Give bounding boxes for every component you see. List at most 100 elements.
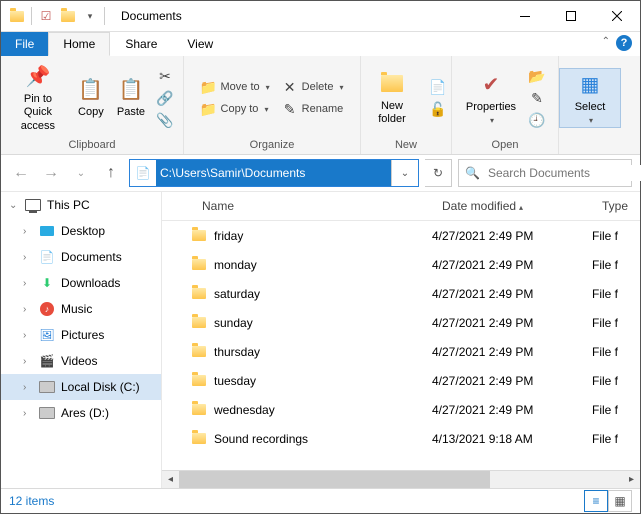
tab-home[interactable]: Home (48, 32, 110, 56)
file-row[interactable]: sunday4/27/2021 2:49 PMFile f (162, 308, 640, 337)
tree-item-downloads[interactable]: ›⬇Downloads (1, 270, 161, 296)
open-icon: 📂 (529, 68, 545, 84)
checkbox-icon[interactable]: ☑ (38, 8, 54, 24)
icons-view-button[interactable]: ▦ (608, 490, 632, 512)
new-folder-button[interactable]: New folder (362, 68, 422, 128)
edit-button[interactable]: ✎ (525, 88, 549, 108)
close-button[interactable] (594, 1, 640, 31)
file-row[interactable]: friday4/27/2021 2:49 PMFile f (162, 221, 640, 250)
tree-caret-icon[interactable]: › (23, 252, 33, 263)
up-button[interactable]: ↑ (99, 161, 123, 185)
pin-quick-access-button[interactable]: 📌 Pin to Quick access (7, 61, 69, 135)
tree-item-desktop[interactable]: › Desktop (1, 218, 161, 244)
maximize-button[interactable] (548, 1, 594, 31)
refresh-button[interactable]: ↻ (425, 159, 452, 187)
delete-button[interactable]: ✕Delete▾ (278, 77, 348, 97)
collapse-ribbon-icon[interactable]: ⌃ (602, 36, 610, 47)
tree-label: Desktop (61, 224, 105, 238)
minimize-button[interactable] (502, 1, 548, 31)
tree-item-videos[interactable]: ›🎬Videos (1, 348, 161, 374)
folder-icon (192, 375, 206, 386)
file-date: 4/27/2021 2:49 PM (432, 287, 592, 301)
pictures-icon: 🖼 (39, 327, 55, 343)
file-type: File f (592, 287, 640, 301)
easy-access-button[interactable]: 🔓 (426, 99, 450, 119)
file-type: File f (592, 432, 640, 446)
column-type[interactable]: Type (602, 199, 640, 213)
file-date: 4/27/2021 2:49 PM (432, 229, 592, 243)
tree-item-disk[interactable]: ›Ares (D:) (1, 400, 161, 426)
tree-caret-icon[interactable]: › (23, 382, 33, 393)
tree-item-disk[interactable]: ›Local Disk (C:) (1, 374, 161, 400)
rename-button[interactable]: ✎Rename (278, 99, 348, 119)
tree-caret-icon[interactable]: › (23, 330, 33, 341)
properties-button[interactable]: ✔ Properties▾ (461, 69, 521, 128)
file-row[interactable]: Sound recordings4/13/2021 9:18 AMFile f (162, 424, 640, 453)
copy-button[interactable]: 📋 Copy (73, 74, 109, 121)
tree-caret-icon[interactable]: › (23, 226, 33, 237)
tree-item-documents[interactable]: ›📄Documents (1, 244, 161, 270)
copy-path-button[interactable]: 🔗 (153, 88, 177, 108)
desktop-icon (39, 223, 55, 239)
scroll-thumb[interactable] (179, 471, 490, 488)
file-list-pane[interactable]: Name Date modified▴ Type friday4/27/2021… (162, 192, 640, 488)
tab-view[interactable]: View (172, 32, 228, 56)
forward-button: → (39, 161, 63, 185)
new-item-button[interactable]: 📄 (426, 77, 450, 97)
scroll-right-icon[interactable]: ▸ (623, 471, 640, 488)
address-input[interactable] (156, 160, 391, 186)
navigation-pane[interactable]: ⌄This PC›Desktop›📄Documents›⬇Downloads›♪… (1, 192, 162, 488)
file-name: saturday (214, 287, 260, 301)
file-row[interactable]: monday4/27/2021 2:49 PMFile f (162, 250, 640, 279)
tree-caret-icon[interactable]: › (23, 278, 33, 289)
address-dropdown-icon[interactable]: ⌄ (391, 160, 418, 186)
tree-caret-icon[interactable]: › (23, 356, 33, 367)
horizontal-scrollbar[interactable]: ◂ ▸ (162, 470, 640, 488)
tab-file[interactable]: File (1, 32, 48, 56)
back-button[interactable]: ← (9, 161, 33, 185)
file-type: File f (592, 374, 640, 388)
file-row[interactable]: saturday 4/27/2021 2:49 PMFile f (162, 279, 640, 308)
column-date[interactable]: Date modified▴ (442, 199, 602, 213)
cut-button[interactable]: ✂ (153, 66, 177, 86)
tab-share[interactable]: Share (110, 32, 172, 56)
paste-button[interactable]: 📋 Paste (113, 74, 149, 121)
address-bar[interactable]: 📄 ⌄ (129, 159, 419, 187)
new-item-icon: 📄 (430, 79, 446, 95)
details-view-button[interactable]: ≡ (584, 490, 608, 512)
file-type: File f (592, 229, 640, 243)
tree-item-music[interactable]: ›♪Music (1, 296, 161, 322)
scroll-track[interactable] (179, 471, 623, 488)
file-date: 4/27/2021 2:49 PM (432, 345, 592, 359)
paste-shortcut-button[interactable]: 📎 (153, 110, 177, 130)
tree-caret-icon[interactable]: ⌄ (9, 200, 19, 211)
column-name[interactable]: Name (162, 199, 442, 213)
file-row[interactable]: tuesday4/27/2021 2:49 PMFile f (162, 366, 640, 395)
cut-icon: ✂ (157, 68, 173, 84)
tree-caret-icon[interactable]: › (23, 408, 33, 419)
move-to-button[interactable]: 📁Move to▾ (197, 77, 274, 97)
search-box[interactable]: 🔍 (458, 159, 632, 187)
dropdown-icon[interactable]: ▾ (82, 8, 98, 24)
address-icon: 📄 (130, 160, 156, 186)
file-row[interactable]: thursday4/27/2021 2:49 PMFile f (162, 337, 640, 366)
file-row[interactable]: wednesday4/27/2021 2:49 PMFile f (162, 395, 640, 424)
scroll-left-icon[interactable]: ◂ (162, 471, 179, 488)
history-button[interactable]: 🕘 (525, 110, 549, 130)
column-headers[interactable]: Name Date modified▴ Type (162, 192, 640, 221)
tree-item-pc[interactable]: ⌄This PC (1, 192, 161, 218)
open-button[interactable]: 📂 (525, 66, 549, 86)
copy-to-button[interactable]: 📁Copy to▾ (197, 99, 274, 119)
file-name: sunday (214, 316, 253, 330)
tree-item-pictures[interactable]: ›🖼Pictures (1, 322, 161, 348)
tree-caret-icon[interactable]: › (23, 304, 33, 315)
recent-locations-button[interactable]: ⌄ (69, 161, 93, 185)
downloads-icon: ⬇ (39, 275, 55, 291)
search-input[interactable] (486, 165, 641, 181)
help-icon[interactable]: ? (616, 35, 632, 51)
file-type: File f (592, 316, 640, 330)
select-button[interactable]: ▦ Select▾ (559, 68, 621, 129)
pc-icon (25, 197, 41, 213)
item-count: 12 items (9, 494, 54, 508)
file-date: 4/27/2021 2:49 PM (432, 374, 592, 388)
